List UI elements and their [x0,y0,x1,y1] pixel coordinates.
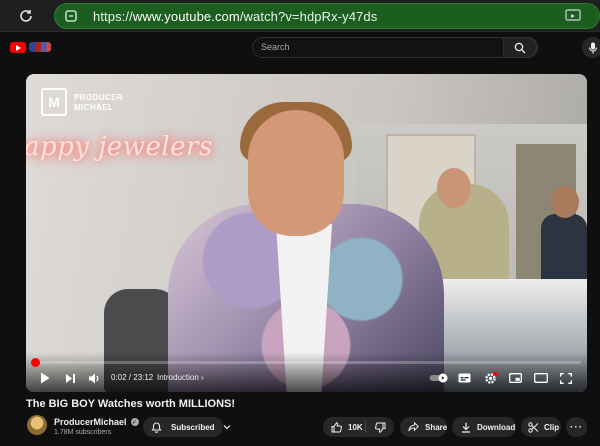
video-title: The BIG BOY Watches worth MILLIONS! [26,398,236,410]
mic-button[interactable] [582,37,600,58]
address-bar[interactable]: https://www.youtube.com/watch?v=hdpRx-y4… [54,3,600,29]
url-host: www.youtube.com [132,8,240,24]
youtube-header: Search [0,32,600,62]
share-icon [408,422,419,432]
watermark-line-2: MICHAEL [74,103,114,112]
more-actions-button[interactable]: ··· [566,417,587,437]
chapter-title: Introduction [157,373,199,382]
like-dislike-group: 10K [323,417,394,437]
search-button[interactable] [503,37,537,58]
subscribed-button[interactable]: Subscribed [143,417,231,437]
download-label: Download [477,422,516,432]
time-display: 0:02 / 23:12 [111,373,154,382]
reload-icon[interactable] [16,6,36,26]
fullscreen-icon [560,372,572,384]
progress-bar[interactable] [31,358,581,367]
autoplay-toggle[interactable] [428,371,450,385]
scissors-icon [528,421,539,433]
search-input[interactable]: Search [261,42,290,52]
channel-name[interactable]: ProducerMichael ✓ [54,417,139,427]
theater-mode-button[interactable] [533,371,549,385]
background-person [541,186,587,284]
play-button[interactable] [38,371,52,385]
like-count: 10K [348,422,363,432]
video-player[interactable]: appy jewelers M PRODUCER MICHAEL 0:02 / … [26,74,587,392]
channel-name-text: ProducerMichael [54,417,127,427]
avatar[interactable] [27,415,47,435]
settings-button[interactable] [482,371,498,385]
next-button[interactable] [63,371,77,385]
subscriber-count: 1.78M subscribers [54,429,112,436]
chevron-down-icon [223,425,231,430]
clip-label: Clip [544,422,560,432]
background-person-head [551,186,579,218]
subtitles-icon [458,373,470,383]
presenter-face [248,110,344,236]
more-horizontal-icon: ··· [570,421,583,433]
lock-icon[interactable] [63,8,79,24]
chevron-right-icon: › [198,373,204,382]
youtube-play-logo [10,41,26,53]
subscribed-label: Subscribed [171,422,215,432]
browser-toolbar: https://www.youtube.com/watch?v=hdpRx-y4… [0,0,600,32]
url-text[interactable]: https://www.youtube.com/watch?v=hdpRx-y4… [93,9,377,24]
verified-icon: ✓ [130,418,139,426]
share-label: Share [425,422,448,432]
cast-icon[interactable] [565,9,581,23]
fullscreen-button[interactable] [559,371,573,385]
logo-doodle [29,42,51,52]
autoplay-icon [429,373,448,383]
watermark-line-1: PRODUCER [74,93,123,102]
bell-icon [151,421,162,433]
miniplayer-icon [508,373,522,383]
url-path: /watch?v=hdpRx-y47ds [239,8,378,24]
clip-button[interactable]: Clip [521,417,561,437]
miniplayer-button[interactable] [508,371,522,385]
share-button[interactable]: Share [400,417,447,437]
subtitles-button[interactable] [457,371,471,385]
volume-icon [89,373,99,383]
controls-gradient [26,352,587,392]
progress-scrubber[interactable] [31,358,40,367]
like-button[interactable]: 10K [323,421,365,433]
video-frame: appy jewelers M PRODUCER MICHAEL [26,74,587,392]
thumbs-up-icon [331,421,342,432]
producer-logo-icon: M [41,88,67,116]
download-button[interactable]: Download [452,417,516,437]
search-box[interactable]: Search [252,37,538,58]
next-icon [65,373,75,383]
producer-watermark: PRODUCER MICHAEL [74,93,123,113]
youtube-logo-icon[interactable] [10,40,54,54]
chapter-button[interactable]: Introduction › [157,373,204,382]
neon-sign: appy jewelers [26,132,213,162]
play-icon [41,372,50,384]
gear-icon [484,371,497,384]
search-icon [514,42,526,53]
background-person-head [437,168,471,208]
theater-icon [534,373,548,383]
thumbs-down-icon [374,422,385,433]
volume-button[interactable] [87,371,101,385]
url-scheme: https:// [93,8,133,24]
mic-icon [588,42,597,53]
dislike-button[interactable] [366,422,394,433]
download-icon [462,422,470,433]
